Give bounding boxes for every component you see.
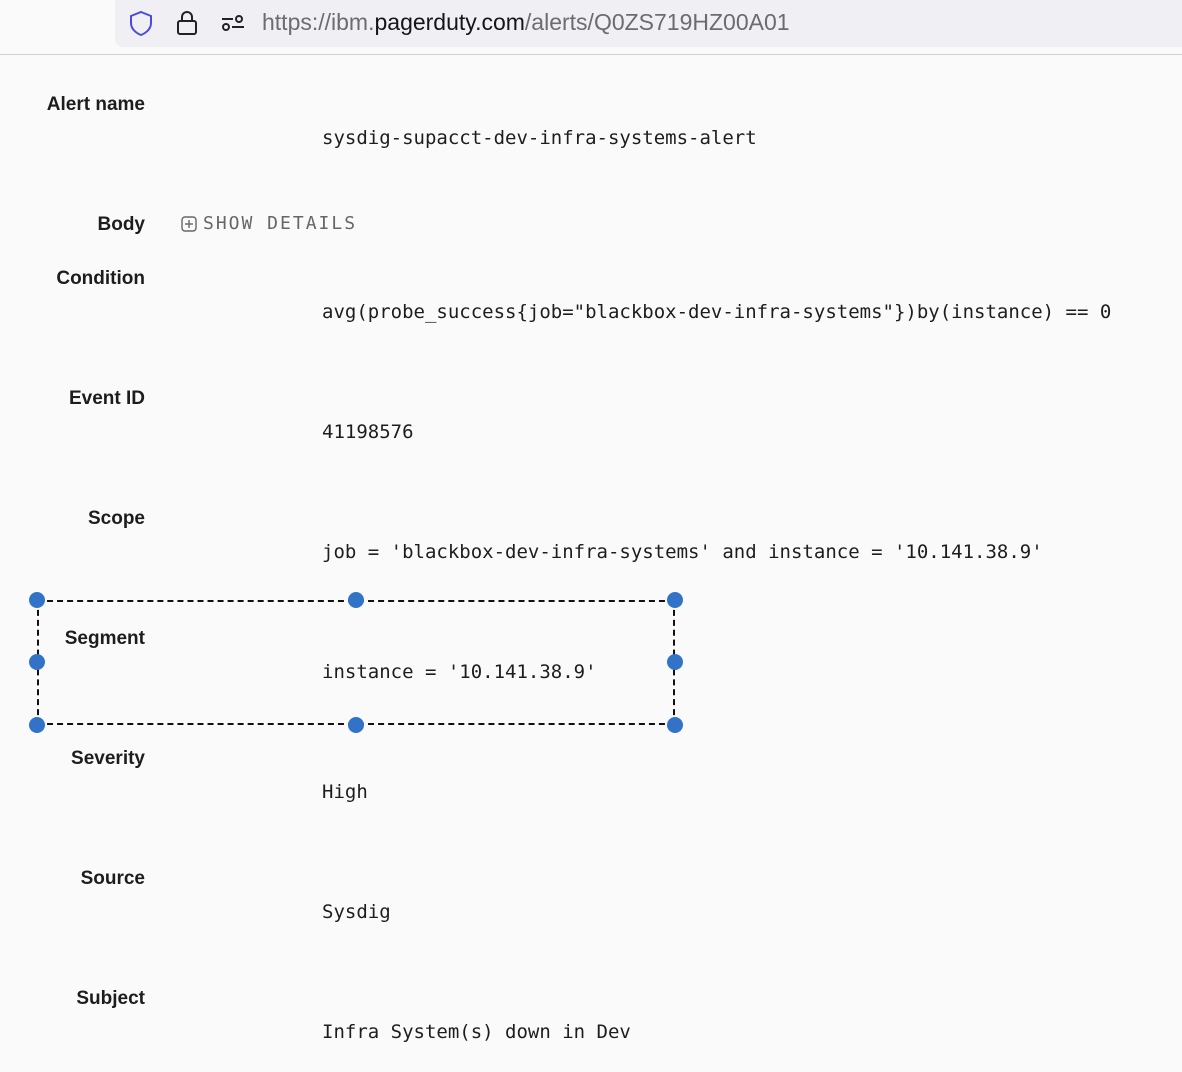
resize-handle-right[interactable] bbox=[667, 654, 683, 670]
plus-square-icon bbox=[181, 215, 197, 232]
field-value: 41198576 bbox=[322, 421, 414, 443]
field-label: Event ID bbox=[68, 388, 145, 409]
field-label: Source bbox=[80, 868, 145, 889]
resize-handle-top-right[interactable] bbox=[667, 592, 683, 608]
resize-handle-bottom-left[interactable] bbox=[29, 717, 45, 733]
field-label: Condition bbox=[56, 268, 145, 289]
show-details-button[interactable]: SHOW DETAILS bbox=[181, 213, 357, 234]
field-label: Severity bbox=[71, 748, 145, 769]
url-prefix: https://ibm. bbox=[262, 9, 375, 35]
resize-handle-top-left[interactable] bbox=[29, 592, 45, 608]
resize-handle-bottom-right[interactable] bbox=[667, 717, 683, 733]
field-value: sysdig-supacct-dev-infra-systems-alert bbox=[322, 127, 757, 149]
field-value: avg(probe_success{job="blackbox-dev-infr… bbox=[322, 301, 1112, 323]
lock-icon[interactable] bbox=[175, 9, 199, 37]
url-path: /alerts/Q0ZS719HZ00A01 bbox=[524, 9, 790, 35]
field-label: Subject bbox=[76, 988, 145, 1009]
selection-box[interactable] bbox=[37, 600, 675, 725]
permissions-icon[interactable] bbox=[220, 12, 246, 34]
shield-icon[interactable] bbox=[128, 9, 154, 37]
url-text[interactable]: https://ibm.pagerduty.com/alerts/Q0ZS719… bbox=[262, 9, 790, 36]
field-label: Alert name bbox=[46, 94, 145, 115]
resize-handle-bottom[interactable] bbox=[348, 717, 364, 733]
field-label: Scope bbox=[87, 508, 145, 529]
field-value: High bbox=[322, 781, 368, 803]
field-value: Infra System(s) down in Dev bbox=[322, 1021, 631, 1043]
field-value: Sysdig bbox=[322, 901, 391, 923]
resize-handle-left[interactable] bbox=[29, 654, 45, 670]
url-domain: pagerduty.com bbox=[374, 9, 525, 35]
field-label: Body bbox=[97, 214, 146, 235]
browser-toolbar: https://ibm.pagerduty.com/alerts/Q0ZS719… bbox=[0, 0, 1182, 55]
field-value: job = 'blackbox-dev-infra-systems' and i… bbox=[322, 541, 1043, 563]
show-details-label: SHOW DETAILS bbox=[203, 213, 358, 234]
resize-handle-top[interactable] bbox=[348, 592, 364, 608]
